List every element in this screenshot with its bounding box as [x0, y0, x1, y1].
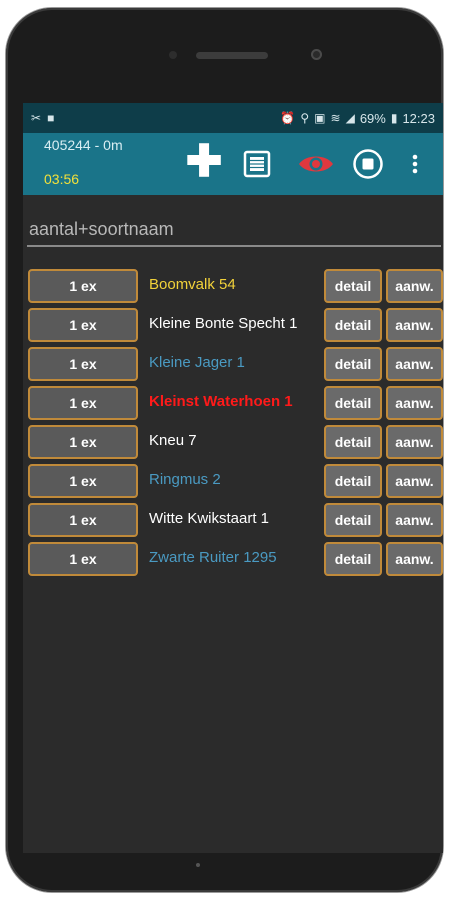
alarm-icon: ⏰	[280, 111, 296, 125]
settings-tool-icon: ✂	[31, 111, 42, 125]
species-row: 1 ex Kleine Jager 1 detail aanw.	[28, 347, 443, 386]
aanwezig-button[interactable]: aanw.	[386, 269, 443, 303]
detail-button[interactable]: detail	[324, 425, 382, 459]
species-list: 1 ex Boomvalk 54 detail aanw. 1 ex Kleine Bon…	[28, 269, 443, 581]
species-row: 1 ex Boomvalk 54 detail aanw.	[28, 269, 443, 308]
proximity-sensor	[311, 49, 322, 60]
location-icon: ⚲	[300, 111, 310, 125]
aanwezig-button[interactable]: aanw.	[386, 425, 443, 459]
timer: 03:56	[44, 171, 80, 187]
species-row: 1 ex Ringmus 2 detail aanw.	[28, 464, 443, 503]
app-toolbar: 405244 - 0m 03:56 ✚	[23, 133, 443, 195]
count-button[interactable]: 1 ex	[28, 386, 138, 420]
clock: 12:23	[402, 110, 435, 126]
count-button[interactable]: 1 ex	[28, 503, 138, 537]
species-name[interactable]: Kleine Bonte Specht 1	[149, 315, 297, 332]
species-row: 1 ex Kneu 7 detail aanw.	[28, 425, 443, 464]
aanwezig-button[interactable]: aanw.	[386, 542, 443, 576]
front-camera	[169, 51, 177, 59]
eye-icon	[299, 156, 333, 172]
count-distance-info: 405244 - 0m	[44, 137, 123, 153]
app-screen: ✂ ■ ⏰ ⚲ ▣ ≋ ◢ 69% ▮ 12:23 405244 - 0m 03…	[23, 103, 443, 853]
count-button[interactable]: 1 ex	[28, 425, 138, 459]
species-name[interactable]: Boomvalk 54	[149, 276, 236, 293]
more-vert-icon	[412, 154, 418, 174]
aanwezig-button[interactable]: aanw.	[386, 503, 443, 537]
count-button[interactable]: 1 ex	[28, 308, 138, 342]
stop-icon	[353, 149, 383, 179]
species-name[interactable]: Zwarte Ruiter 1295	[149, 549, 277, 566]
battery-icon: ▮	[390, 111, 398, 125]
wifi-icon: ≋	[330, 111, 341, 125]
count-button[interactable]: 1 ex	[28, 542, 138, 576]
species-name[interactable]: Kleine Jager 1	[149, 354, 245, 371]
detail-button[interactable]: detail	[324, 386, 382, 420]
signal-icon: ◢	[345, 111, 355, 125]
detail-button[interactable]: detail	[324, 503, 382, 537]
stop-button[interactable]	[350, 146, 386, 182]
species-row: 1 ex Kleine Bonte Specht 1 detail aanw.	[28, 308, 443, 347]
status-bar: ✂ ■ ⏰ ⚲ ▣ ≋ ◢ 69% ▮ 12:23	[23, 103, 443, 133]
detail-button[interactable]: detail	[324, 464, 382, 498]
add-icon: ✚	[185, 137, 223, 186]
count-button[interactable]: 1 ex	[28, 269, 138, 303]
species-row: 1 ex Zwarte Ruiter 1295 detail aanw.	[28, 542, 443, 581]
detail-button[interactable]: detail	[324, 347, 382, 381]
earpiece	[196, 52, 268, 59]
detail-button[interactable]: detail	[324, 308, 382, 342]
list-icon	[243, 150, 271, 178]
species-input[interactable]	[27, 213, 441, 247]
photo-icon: ▣	[314, 111, 326, 125]
overflow-menu-button[interactable]	[403, 146, 427, 182]
detail-button[interactable]: detail	[324, 542, 382, 576]
navigation-bar	[23, 851, 443, 853]
battery-percent: 69%	[359, 110, 386, 126]
count-button[interactable]: 1 ex	[28, 464, 138, 498]
phone-frame: ✂ ■ ⏰ ⚲ ▣ ≋ ◢ 69% ▮ 12:23 405244 - 0m 03…	[6, 8, 443, 892]
aanwezig-button[interactable]: aanw.	[386, 464, 443, 498]
count-button[interactable]: 1 ex	[28, 347, 138, 381]
species-name[interactable]: Witte Kwikstaart 1	[149, 510, 269, 527]
aanwezig-button[interactable]: aanw.	[386, 308, 443, 342]
add-button[interactable]: ✚	[186, 140, 223, 184]
list-button[interactable]	[239, 146, 275, 182]
view-button[interactable]	[295, 146, 337, 182]
detail-button[interactable]: detail	[324, 269, 382, 303]
species-name[interactable]: Ringmus 2	[149, 471, 221, 488]
species-row: 1 ex Witte Kwikstaart 1 detail aanw.	[28, 503, 443, 542]
aanwezig-button[interactable]: aanw.	[386, 386, 443, 420]
aanwezig-button[interactable]: aanw.	[386, 347, 443, 381]
species-name[interactable]: Kneu 7	[149, 432, 197, 449]
species-name[interactable]: Kleinst Waterhoen 1	[149, 393, 293, 410]
folder-icon: ■	[47, 111, 55, 125]
species-row: 1 ex Kleinst Waterhoen 1 detail aanw.	[28, 386, 443, 425]
home-indicator	[196, 863, 200, 867]
